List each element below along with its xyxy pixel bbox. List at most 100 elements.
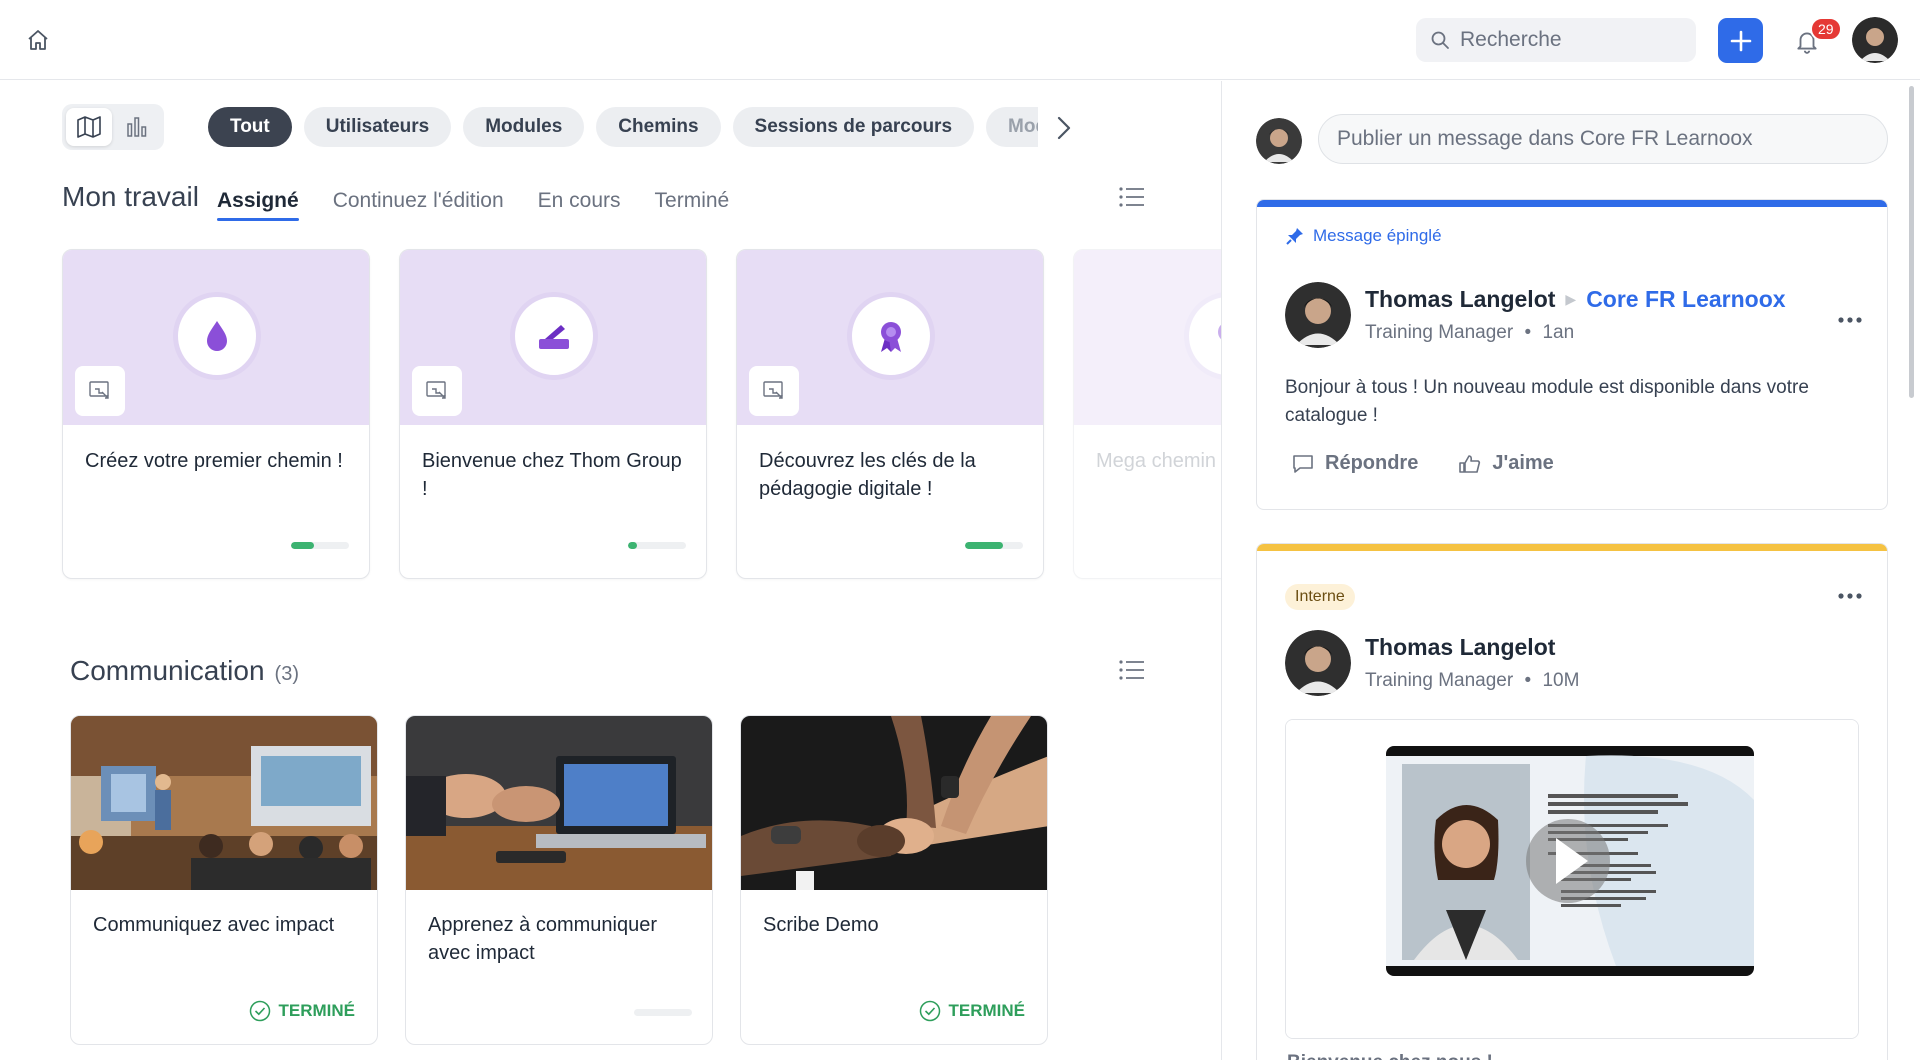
search-input[interactable] xyxy=(1460,28,1680,52)
path-card[interactable]: Découvrez les clés de la pédagogie digit… xyxy=(736,249,1044,579)
card-badge xyxy=(173,292,261,380)
chip-modules[interactable]: Modules xyxy=(463,107,585,147)
like-button[interactable]: J'aime xyxy=(1458,452,1554,475)
comment-icon xyxy=(1293,454,1313,473)
pinned-post: Message épinglé Thomas Langelot ▶ Core F… xyxy=(1256,199,1888,510)
more-options-icon[interactable] xyxy=(1835,310,1865,330)
card-photo xyxy=(71,716,377,890)
status-label: TERMINÉ xyxy=(948,1001,1026,1020)
path-type-chip xyxy=(412,366,462,416)
author-avatar[interactable] xyxy=(1285,630,1351,696)
communication-title: Communication (3) xyxy=(70,655,299,687)
search-icon xyxy=(1431,31,1449,49)
chip-paths[interactable]: Chemins xyxy=(596,107,721,147)
chip-users[interactable]: Utilisateurs xyxy=(303,107,452,147)
check-circle-icon xyxy=(919,1000,940,1022)
stats-view-button[interactable] xyxy=(114,108,160,146)
path-card[interactable]: Créez votre premier chemin ! xyxy=(62,249,370,579)
card-title: Découvrez les clés de la pédagogie digit… xyxy=(759,450,976,500)
home-icon[interactable] xyxy=(26,28,50,52)
card-title: Scribe Demo xyxy=(763,914,879,936)
card-title: Apprenez à communiquer avec impact xyxy=(428,914,658,964)
fist-bump-photo xyxy=(741,716,1047,890)
work-tabs: Assigné Continuez l'édition En cours Ter… xyxy=(217,189,729,221)
main-content: Tout Utilisateurs Modules Chemins Sessio… xyxy=(0,81,1221,1060)
card-badge xyxy=(1184,292,1221,380)
card-thumbnail xyxy=(1074,250,1221,425)
card-photo xyxy=(406,716,712,890)
video-attachment[interactable] xyxy=(1285,719,1859,1039)
progress-bar xyxy=(965,542,1023,549)
like-label: J'aime xyxy=(1492,452,1554,474)
chip-more[interactable]: Mod xyxy=(986,107,1038,147)
communication-cards: Communiquez avec impact TERMINÉ Apprenez… xyxy=(70,715,1070,1045)
communication-count: (3) xyxy=(274,663,299,685)
check-circle-icon xyxy=(249,1000,270,1022)
status-finished: TERMINÉ xyxy=(249,1000,356,1022)
chip-sessions[interactable]: Sessions de parcours xyxy=(732,107,975,147)
bar-chart-icon xyxy=(127,117,147,137)
card-badge xyxy=(847,292,935,380)
tab-continue-editing[interactable]: Continuez l'édition xyxy=(333,189,504,221)
thumbs-up-icon xyxy=(1459,454,1481,473)
reply-label: Répondre xyxy=(1325,452,1419,474)
user-avatar[interactable] xyxy=(1852,17,1898,63)
pinned-text: Message épinglé xyxy=(1313,226,1442,245)
card-title: Mega chemin xyxy=(1096,450,1217,472)
list-view-icon[interactable] xyxy=(1118,185,1146,209)
card-photo xyxy=(741,716,1047,890)
author-name[interactable]: Thomas Langelot xyxy=(1365,634,1555,661)
chevron-right-icon[interactable] xyxy=(1052,113,1076,143)
progress-bar xyxy=(634,1009,692,1016)
reply-button[interactable]: Répondre xyxy=(1291,452,1418,475)
more-options-icon[interactable] xyxy=(1835,586,1865,606)
progress-bar xyxy=(628,542,686,549)
path-type-icon xyxy=(426,381,446,399)
feed-scrollbar[interactable] xyxy=(1909,86,1914,398)
post-composer[interactable]: Publier un message dans Core FR Learnoox xyxy=(1318,114,1888,164)
module-card[interactable]: Apprenez à communiquer avec impact xyxy=(405,715,713,1045)
path-card[interactable]: Mega chemin xyxy=(1073,249,1221,579)
post-text: Bonjour à tous ! Un nouveau module est d… xyxy=(1285,377,1809,426)
group-link[interactable]: Core FR Learnoox xyxy=(1586,286,1785,313)
my-work-title: Mon travail xyxy=(62,181,199,212)
tab-in-progress[interactable]: En cours xyxy=(538,189,621,221)
meeting-photo xyxy=(71,716,377,890)
card-badge xyxy=(510,292,598,380)
tab-assigned[interactable]: Assigné xyxy=(217,189,299,221)
chip-all[interactable]: Tout xyxy=(208,107,292,147)
post-time: 10M xyxy=(1542,670,1580,691)
tab-finished[interactable]: Terminé xyxy=(655,189,730,221)
video-caption: Bienvenue chez nous ! xyxy=(1287,1052,1493,1060)
activity-feed: Publier un message dans Core FR Learnoox… xyxy=(1222,81,1920,1060)
path-type-chip xyxy=(749,366,799,416)
add-button[interactable] xyxy=(1718,18,1763,63)
top-bar: 29 xyxy=(0,0,1920,80)
module-card[interactable]: Scribe Demo TERMINÉ xyxy=(740,715,1048,1045)
card-thumbnail xyxy=(737,250,1043,425)
view-toggle xyxy=(62,104,164,150)
author-role: Training Manager xyxy=(1365,322,1514,343)
progress-bar xyxy=(291,542,349,549)
status-finished: TERMINÉ xyxy=(919,1000,1026,1022)
post-time: 1an xyxy=(1542,322,1575,343)
module-card[interactable]: Communiquez avec impact TERMINÉ xyxy=(70,715,378,1045)
pin-icon xyxy=(1286,228,1303,245)
notification-badge: 29 xyxy=(1810,17,1842,41)
list-view-icon[interactable] xyxy=(1118,658,1146,682)
card-title: Communiquez avec impact xyxy=(93,914,335,936)
path-card[interactable]: Bienvenue chez Thom Group ! xyxy=(399,249,707,579)
author-avatar[interactable] xyxy=(1285,282,1351,348)
assigned-cards: Créez votre premier chemin ! Bienvenue c… xyxy=(62,249,1221,579)
path-type-icon xyxy=(89,381,109,399)
search-bar[interactable] xyxy=(1416,18,1696,62)
map-view-button[interactable] xyxy=(66,108,112,146)
plus-icon xyxy=(1730,30,1751,51)
pinned-label: Message épinglé xyxy=(1285,226,1442,246)
card-thumbnail xyxy=(63,250,369,425)
card-thumbnail xyxy=(400,250,706,425)
laptop-photo xyxy=(406,716,712,890)
filter-chips: Tout Utilisateurs Modules Chemins Sessio… xyxy=(208,107,1038,149)
status-label: TERMINÉ xyxy=(278,1001,356,1020)
author-name[interactable]: Thomas Langelot xyxy=(1365,286,1555,313)
